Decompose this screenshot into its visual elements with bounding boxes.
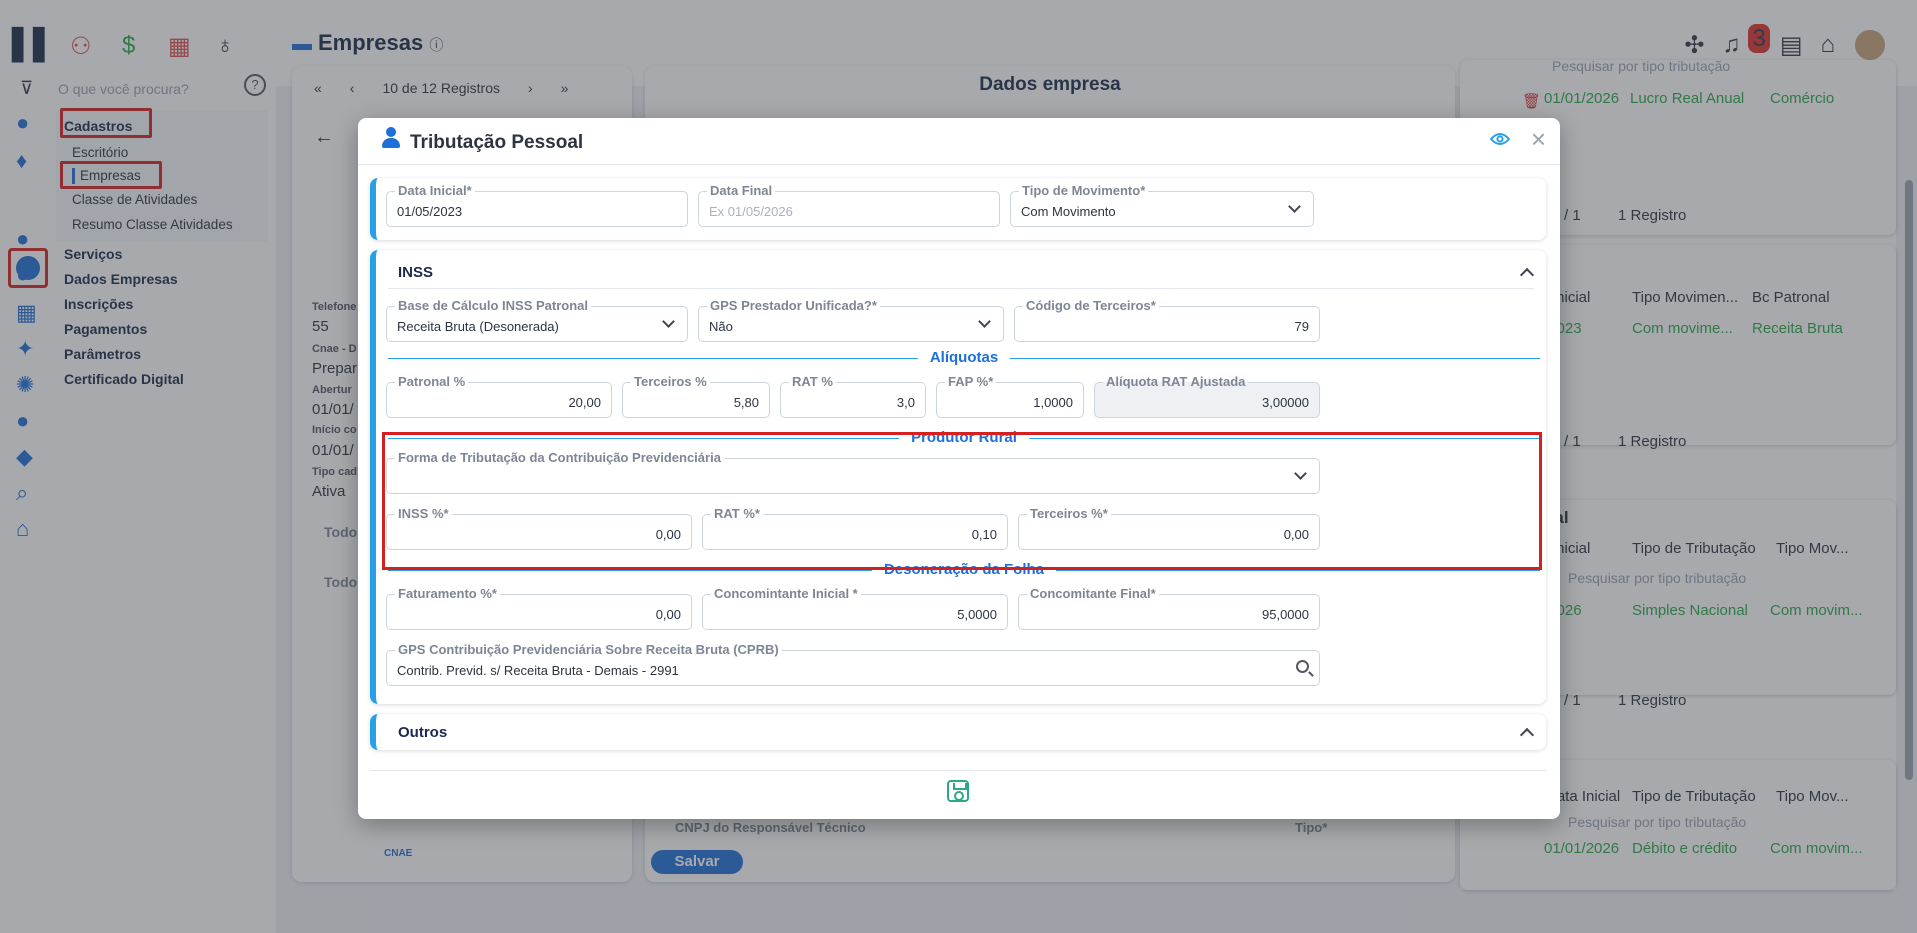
modal-title: Tributação Pessoal: [410, 132, 584, 153]
gps-prestador-select[interactable]: GPS Prestador Unificada?* Não: [698, 298, 1004, 342]
codigo-terceiros-field[interactable]: Código de Terceiros* 79: [1014, 298, 1320, 342]
concomitante-inicial-value: 5,0000: [957, 607, 997, 622]
fap-value: 1,0000: [1033, 395, 1073, 410]
gps-cprb-value: Contrib. Previd. s/ Receita Bruta - Dema…: [397, 663, 679, 678]
faturamento-label: Faturamento %*: [395, 586, 500, 601]
tipo-movimento-value: Com Movimento: [1021, 204, 1116, 219]
concomitante-inicial-label: Concomintante Inicial *: [711, 586, 861, 601]
rat-ajustada-label: Alíquota RAT Ajustada: [1103, 374, 1249, 389]
gps-prestador-value: Não: [709, 319, 733, 334]
rat-value: 3,0: [896, 395, 915, 410]
search-icon[interactable]: [1296, 660, 1309, 673]
patronal-label: Patronal %: [395, 374, 469, 389]
concomitante-final-label: Concomitante Final*: [1027, 586, 1159, 601]
outros-section: Outros: [370, 714, 1546, 750]
rat-ajustada-value: 3,00000: [1262, 395, 1309, 410]
rat-label: RAT %: [789, 374, 836, 389]
close-icon[interactable]: ×: [1531, 126, 1546, 152]
codigo-terceiros-value: 79: [1294, 319, 1309, 334]
modal-footer-divider: [370, 770, 1546, 771]
base-calculo-label: Base de Cálculo INSS Patronal: [395, 298, 592, 313]
gps-cprb-label: GPS Contribuição Previdenciária Sobre Re…: [395, 642, 782, 657]
fap-label: FAP %*: [945, 374, 997, 389]
data-inicial-label: Data Inicial*: [395, 183, 475, 198]
codigo-terceiros-label: Código de Terceiros*: [1023, 298, 1159, 313]
save-icon[interactable]: [947, 780, 969, 802]
base-calculo-select[interactable]: Base de Cálculo INSS Patronal Receita Br…: [386, 298, 688, 342]
inss-title: INSS: [398, 264, 434, 281]
outros-title: Outros: [398, 724, 448, 741]
tipo-movimento-label: Tipo de Movimento*: [1019, 183, 1149, 198]
data-final-label: Data Final: [707, 183, 776, 198]
chevron-up-icon[interactable]: [1519, 267, 1535, 283]
modal-header: Tributação Pessoal ×: [358, 118, 1560, 165]
patronal-field[interactable]: Patronal % 20,00: [386, 374, 612, 418]
eye-icon[interactable]: [1490, 132, 1510, 146]
patronal-value: 20,00: [568, 395, 601, 410]
fap-field[interactable]: FAP %* 1,0000: [936, 374, 1084, 418]
tributacao-modal: Tributação Pessoal × Data Inicial* 01/05…: [358, 118, 1560, 819]
concomitante-final-value: 95,0000: [1262, 607, 1309, 622]
rat-field[interactable]: RAT % 3,0: [780, 374, 926, 418]
terceiros-label: Terceiros %: [631, 374, 710, 389]
data-inicial-value: 01/05/2023: [397, 204, 463, 219]
base-calculo-value: Receita Bruta (Desonerada): [397, 319, 559, 334]
highlight-produtor-rural: [382, 432, 1542, 570]
chevron-down-icon: [662, 315, 675, 328]
chevron-up-icon[interactable]: [1519, 727, 1535, 743]
gps-cprb-search-field[interactable]: GPS Contribuição Previdenciária Sobre Re…: [386, 642, 1320, 686]
person-icon: [380, 127, 402, 151]
gps-prestador-label: GPS Prestador Unificada?*: [707, 298, 880, 313]
data-final-placeholder: Ex 01/05/2026: [709, 204, 793, 219]
inss-header-divider: [388, 288, 1534, 289]
chevron-down-icon: [978, 315, 991, 328]
data-inicial-field[interactable]: Data Inicial* 01/05/2023: [386, 183, 688, 227]
dates-section: Data Inicial* 01/05/2023 Data Final Ex 0…: [370, 178, 1546, 240]
faturamento-value: 0,00: [655, 607, 681, 622]
tipo-movimento-select[interactable]: Tipo de Movimento* Com Movimento: [1010, 183, 1314, 227]
terceiros-value: 5,80: [733, 395, 759, 410]
terceiros-field[interactable]: Terceiros % 5,80: [622, 374, 770, 418]
concomitante-final-field[interactable]: Concomitante Final* 95,0000: [1018, 586, 1320, 630]
faturamento-field[interactable]: Faturamento %* 0,00: [386, 586, 692, 630]
chevron-down-icon: [1288, 200, 1301, 213]
aliquotas-title: Alíquotas: [917, 349, 1011, 366]
rat-ajustada-field: Alíquota RAT Ajustada 3,00000: [1094, 374, 1320, 418]
concomitante-inicial-field[interactable]: Concomintante Inicial * 5,0000: [702, 586, 1008, 630]
data-final-field[interactable]: Data Final Ex 01/05/2026: [698, 183, 1000, 227]
